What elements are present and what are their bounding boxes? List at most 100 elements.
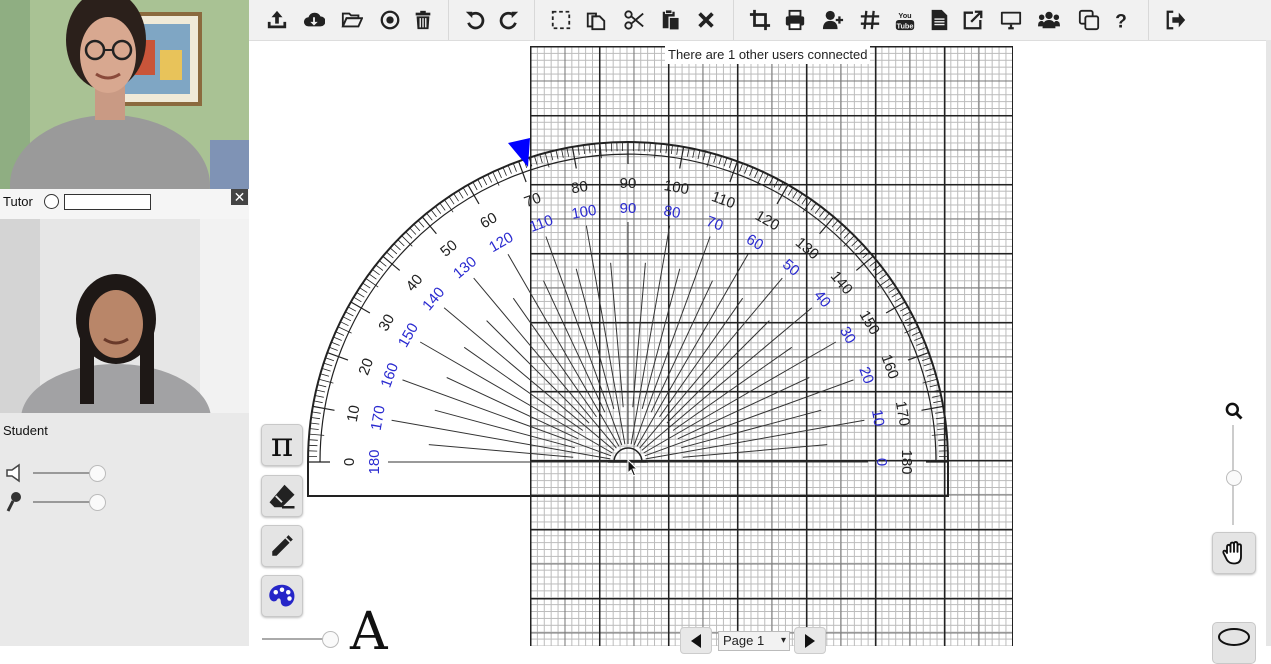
pencil-icon: [269, 533, 295, 559]
protractor-tick: [889, 288, 897, 293]
logout-button[interactable]: [1162, 6, 1190, 34]
protractor-tick: [745, 165, 748, 173]
crop-button[interactable]: [746, 6, 774, 34]
paste-button[interactable]: [657, 6, 685, 34]
pi-icon: π: [271, 425, 293, 465]
protractor-tick: [755, 170, 759, 178]
protractor-outer-label: 10: [344, 404, 364, 423]
protractor-tick: [820, 210, 826, 217]
protractor-ray: [633, 263, 646, 407]
trash-button[interactable]: [409, 6, 437, 34]
youtube-button[interactable]: YouTube: [891, 6, 919, 34]
previous-page-button[interactable]: [680, 627, 712, 654]
vertical-scrollbar[interactable]: [1266, 40, 1271, 646]
print-button[interactable]: [781, 6, 809, 34]
upload-icon: [266, 9, 288, 31]
protractor-tick: [394, 244, 401, 250]
protractor-tick: [788, 188, 793, 196]
protractor-tick: [357, 292, 365, 297]
download-cloud-button[interactable]: [300, 6, 328, 34]
screen-share-button[interactable]: [997, 6, 1025, 34]
protractor-tick: [314, 401, 323, 403]
protractor-ray: [642, 269, 680, 409]
color-palette-button[interactable]: [261, 575, 303, 617]
protractor-inner-label: 170: [368, 404, 389, 432]
users-button[interactable]: [1035, 6, 1063, 34]
pan-button[interactable]: [1212, 532, 1256, 574]
protractor-ray: [660, 298, 743, 417]
protractor-outer-label: 120: [752, 207, 782, 234]
protractor-tick: [567, 148, 569, 157]
upload-button[interactable]: [263, 6, 291, 34]
protractor-tick: [750, 167, 754, 175]
eraser-icon: [267, 481, 297, 511]
speaker-volume-thumb[interactable]: [89, 465, 106, 482]
protractor-tick: [488, 174, 492, 182]
math-symbols-button[interactable]: π: [261, 424, 303, 466]
protractor-inner-label: 20: [855, 365, 877, 386]
protractor-inner-label: 150: [395, 320, 422, 350]
protractor-tick: [870, 261, 877, 267]
protractor-inner-label: 160: [378, 361, 403, 390]
protractor-inner-label: 80: [662, 202, 681, 222]
text-size-thumb[interactable]: [322, 631, 339, 648]
protractor-tick: [398, 240, 405, 246]
chevron-down-icon: ▾: [781, 632, 786, 650]
protractor-inner-label: 70: [704, 213, 725, 235]
protractor-tick: [387, 252, 394, 258]
pencil-button[interactable]: [261, 525, 303, 567]
protractor-tick: [562, 149, 564, 158]
protractor-tick: [346, 312, 354, 316]
record-button[interactable]: [376, 6, 404, 34]
protractor-tick: [703, 152, 705, 161]
protractor-outer-label: 160: [877, 352, 902, 381]
protractor-tick: [410, 228, 416, 235]
eraser-button[interactable]: [261, 475, 303, 517]
protractor-outer-label: 40: [403, 271, 427, 295]
triangle-left-icon: [689, 633, 703, 649]
protractor-outer-label: 60: [477, 209, 500, 232]
external-link-button[interactable]: [959, 6, 987, 34]
cut-button[interactable]: [620, 6, 648, 34]
copy-button[interactable]: [582, 6, 610, 34]
tutor-text-field[interactable]: [64, 194, 151, 210]
open-folder-icon: [341, 9, 363, 31]
open-folder-button[interactable]: [338, 6, 366, 34]
lasso-button[interactable]: [1212, 622, 1256, 664]
protractor-tick: [724, 158, 727, 167]
zoom-slider-thumb[interactable]: [1226, 470, 1242, 486]
protractor[interactable]: 0102030405060708090100110120130140150160…: [300, 135, 960, 505]
protractor-tick: [764, 174, 768, 182]
protractor-inner-label: 100: [570, 202, 598, 223]
close-video-button[interactable]: ✕: [231, 189, 248, 205]
protractor-ray: [640, 278, 783, 448]
next-page-button[interactable]: [794, 627, 826, 654]
protractor-tick: [595, 144, 596, 153]
delete-selection-button[interactable]: [692, 6, 720, 34]
duplicate-button[interactable]: [1075, 6, 1103, 34]
protractor-ray: [546, 237, 622, 446]
student-label: Student: [3, 423, 48, 438]
protractor-inner-label: 130: [450, 253, 480, 282]
tutor-radio[interactable]: [44, 194, 59, 209]
page-select[interactable]: Page 1 ▾: [718, 631, 790, 651]
select-area-button[interactable]: [547, 6, 575, 34]
protractor-tick: [655, 143, 656, 158]
grid-button[interactable]: [856, 6, 884, 34]
help-button[interactable]: ?: [1107, 6, 1135, 34]
crop-icon: [749, 9, 771, 31]
redo-button[interactable]: [495, 6, 523, 34]
external-link-icon: [962, 9, 984, 31]
protractor-tick: [840, 228, 846, 235]
text-size-label[interactable]: A: [350, 606, 388, 658]
undo-button[interactable]: [461, 6, 489, 34]
duplicate-icon: [1078, 9, 1100, 31]
protractor-tick: [354, 297, 362, 302]
add-user-button[interactable]: [819, 6, 847, 34]
document-button[interactable]: [925, 6, 953, 34]
protractor-tick: [309, 440, 318, 441]
protractor-tick: [473, 182, 477, 190]
protractor-tick: [406, 232, 412, 239]
protractor-tick: [886, 302, 905, 313]
mic-volume-thumb[interactable]: [89, 494, 106, 511]
